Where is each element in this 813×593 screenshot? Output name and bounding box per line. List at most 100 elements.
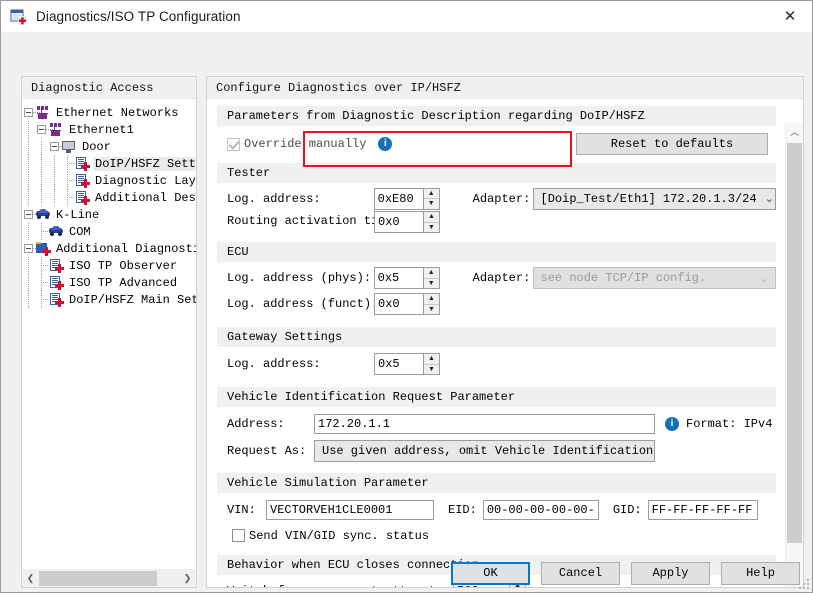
close-button[interactable]: ✕ xyxy=(768,1,812,32)
window-title: Diagnostics/ISO TP Configuration xyxy=(36,9,241,24)
ecu-phys-spinner[interactable]: ▲ ▼ xyxy=(373,267,440,289)
tree-expander[interactable] xyxy=(35,121,54,138)
tree-item-doip-hsfz-settings[interactable]: DoIP/HSFZ Settings xyxy=(22,155,196,172)
spinner-buttons[interactable]: ▲ ▼ xyxy=(422,187,440,210)
folder-icon xyxy=(35,241,51,256)
spinner-buttons[interactable]: ▲ ▼ xyxy=(423,353,440,375)
tester-routing-spinner[interactable]: ▲ ▼ xyxy=(374,211,440,233)
tree-expander[interactable] xyxy=(22,240,41,257)
vin-label: VIN: xyxy=(227,503,256,517)
spinner-up-icon[interactable]: ▲ xyxy=(423,189,439,199)
scroll-up-icon[interactable]: ︿ xyxy=(786,123,803,140)
chevron-down-icon: ⌄ xyxy=(759,272,769,285)
spinner-up-icon[interactable]: ▲ xyxy=(424,212,439,223)
tester-log-address-input[interactable] xyxy=(373,187,423,210)
eid-label: EID: xyxy=(448,503,477,517)
ecu-funct-input[interactable] xyxy=(374,293,423,315)
tree-item-door[interactable]: Door xyxy=(22,138,196,155)
ecu-section-header: ECU xyxy=(217,242,776,262)
tree-item-additional-descriptions[interactable]: Additional Descriptions xyxy=(22,189,196,206)
tree-item-ethernet1[interactable]: Ethernet1 xyxy=(22,121,196,138)
checkbox-box xyxy=(227,137,240,151)
tester-routing-input[interactable] xyxy=(374,211,423,233)
checkbox-box xyxy=(232,529,245,542)
tree-expander[interactable] xyxy=(22,104,41,121)
vscroll-thumb[interactable] xyxy=(787,143,802,543)
vehicle-id-request-as-label: Request As: xyxy=(227,443,307,458)
title-bar: Diagnostics/ISO TP Configuration ✕ xyxy=(1,1,812,32)
apply-button[interactable]: Apply xyxy=(631,562,710,585)
document-icon xyxy=(48,292,64,307)
spinner-down-icon[interactable]: ▼ xyxy=(424,223,439,233)
tree-item-k-line[interactable]: K-Line xyxy=(22,206,196,223)
override-manually-checkbox[interactable]: Override manually xyxy=(227,137,366,151)
vehicle-sim-section-header: Vehicle Simulation Parameter xyxy=(217,473,776,493)
tester-adapter-combo[interactable]: [Doip_Test/Eth1] 172.20.1.3/24 ⌄ xyxy=(532,187,776,210)
tree-item-label: Ethernet1 xyxy=(69,122,134,137)
send-vin-gid-sync-checkbox[interactable]: Send VIN/GID sync. status xyxy=(232,529,429,543)
tree-item-iso-tp-observer[interactable]: ISO TP Observer xyxy=(22,257,196,274)
gateway-log-address-spinner[interactable]: ▲ ▼ xyxy=(374,353,440,375)
info-icon[interactable]: i xyxy=(665,416,679,431)
tree-item-label: ISO TP Advanced xyxy=(69,275,178,290)
tree-item-iso-tp-advanced[interactable]: ISO TP Advanced xyxy=(22,274,196,291)
info-icon[interactable]: i xyxy=(378,137,393,151)
spinner-buttons[interactable]: ▲ ▼ xyxy=(422,267,440,289)
tester-routing-row: Routing activation time: ▲ ▼ xyxy=(217,211,776,236)
dialog-window: Diagnostics/ISO TP Configuration ✕ Diagn… xyxy=(0,0,813,593)
spinner-down-icon[interactable]: ▼ xyxy=(424,365,439,375)
tree-item-label: COM xyxy=(69,224,91,239)
tree-item-label: Additional Descriptions xyxy=(95,190,196,205)
spinner-down-icon[interactable]: ▼ xyxy=(424,305,439,315)
ecu-adapter-value: see node TCP/IP config. xyxy=(540,271,707,285)
spinner-buttons[interactable]: ▲ ▼ xyxy=(423,293,440,315)
resize-grip-icon[interactable] xyxy=(799,579,809,589)
reset-to-defaults-button[interactable]: Reset to defaults xyxy=(576,133,768,155)
tree-item-diagnostic-layer[interactable]: Diagnostic Layer xyxy=(22,172,196,189)
settings-vertical-scrollbar[interactable]: ︿ ﹀ xyxy=(785,123,803,587)
spinner-down-icon[interactable]: ▼ xyxy=(424,199,439,209)
document-icon xyxy=(74,156,90,171)
tree-expander[interactable] xyxy=(48,138,67,155)
tree-indent xyxy=(35,189,48,206)
diagnostic-access-tree[interactable]: Ethernet Networks Ethernet1 Door DoIP/HSFZ … xyxy=(22,100,196,569)
vehicle-id-request-as-combo[interactable]: Use given address, omit Vehicle Identifi… xyxy=(314,439,655,462)
ecu-funct-label: Log. address (funct): xyxy=(227,297,379,311)
override-row: Override manually i Reset to defaults xyxy=(217,129,776,159)
eid-input[interactable] xyxy=(482,500,599,520)
override-manually-label: Override manually xyxy=(244,137,367,151)
tree-indent xyxy=(22,155,35,172)
send-vin-gid-sync-label: Send VIN/GID sync. status xyxy=(249,528,430,543)
tree-item-ethernet-networks[interactable]: Ethernet Networks xyxy=(22,104,196,121)
ecu-phys-input[interactable] xyxy=(373,267,423,289)
ok-button[interactable]: OK xyxy=(451,562,530,585)
settings-content: Parameters from Diagnostic Description r… xyxy=(207,100,786,587)
vehicle-id-request-as-value: Use given address, omit Vehicle Identifi… xyxy=(322,443,654,458)
tree-item-doip-hsfz-main-settings[interactable]: DoIP/HSFZ Main Settings xyxy=(22,291,196,308)
help-button[interactable]: Help xyxy=(721,562,800,585)
gid-label: GID: xyxy=(612,503,642,517)
spinner-buttons[interactable]: ▲ ▼ xyxy=(423,211,440,233)
spinner-down-icon[interactable]: ▼ xyxy=(424,279,439,289)
tree-indent xyxy=(22,172,35,189)
ecu-funct-spinner[interactable]: ▲ ▼ xyxy=(374,293,440,315)
vin-input[interactable] xyxy=(266,500,434,520)
tree-item-label: Additional Diagnostic Sources xyxy=(56,241,196,256)
tree-connector xyxy=(35,223,49,240)
configure-diagnostics-panel: Configure Diagnostics over IP/HSFZ Param… xyxy=(206,76,804,588)
vehicle-id-address-input[interactable] xyxy=(314,413,655,434)
tree-expander[interactable] xyxy=(22,206,41,223)
tester-log-address-spinner[interactable]: ▲ ▼ xyxy=(373,187,440,210)
gateway-log-address-input[interactable] xyxy=(374,353,423,375)
tree-item-com[interactable]: COM xyxy=(22,223,196,240)
tree-indent xyxy=(22,121,35,138)
tree-item-label: Door xyxy=(82,139,111,154)
spinner-up-icon[interactable]: ▲ xyxy=(424,294,439,305)
tree-indent xyxy=(22,291,35,308)
spinner-up-icon[interactable]: ▲ xyxy=(424,354,439,365)
tree-item-additional-diagnostic-sources[interactable]: Additional Diagnostic Sources xyxy=(22,240,196,257)
spinner-up-icon[interactable]: ▲ xyxy=(423,268,439,279)
gid-input[interactable] xyxy=(647,500,758,520)
cancel-button[interactable]: Cancel xyxy=(541,562,620,585)
tree-indent xyxy=(48,155,61,172)
